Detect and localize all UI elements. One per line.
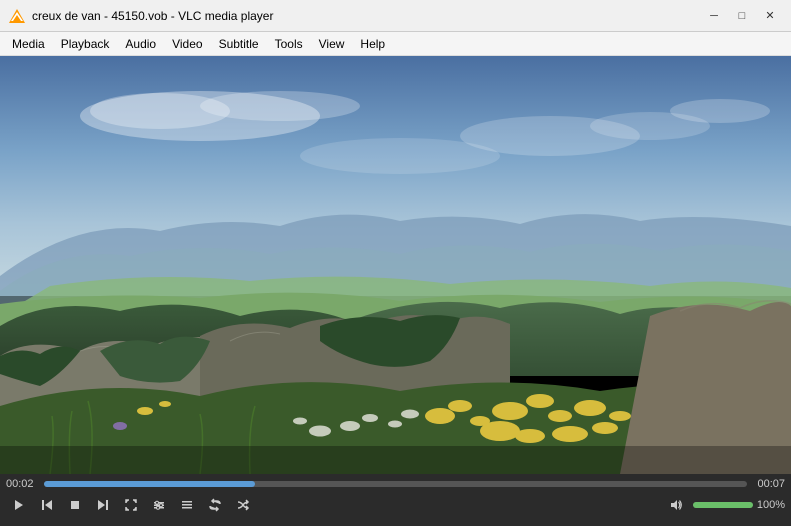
previous-button[interactable]: [34, 494, 60, 516]
volume-area: 100%: [663, 494, 785, 516]
next-button[interactable]: [90, 494, 116, 516]
play-button[interactable]: [6, 494, 32, 516]
window-title: creux de van - 45150.vob - VLC media pla…: [32, 9, 701, 23]
total-time: 00:07: [751, 478, 785, 490]
volume-bar[interactable]: [693, 502, 753, 508]
fullscreen-button[interactable]: [118, 494, 144, 516]
volume-label: 100%: [757, 499, 785, 511]
seek-progress: [44, 481, 255, 487]
playback-controls: 100%: [6, 494, 785, 516]
playlist-button[interactable]: [174, 494, 200, 516]
menu-audio[interactable]: Audio: [117, 35, 164, 53]
stop-button[interactable]: [62, 494, 88, 516]
window-controls: ─ □ ✕: [701, 6, 783, 26]
loop-button[interactable]: [202, 494, 228, 516]
video-frame: [0, 56, 791, 474]
menu-video[interactable]: Video: [164, 35, 210, 53]
minimize-button[interactable]: ─: [701, 6, 727, 26]
seek-row: 00:02 00:07: [6, 478, 785, 490]
title-bar: creux de van - 45150.vob - VLC media pla…: [0, 0, 791, 32]
current-time: 00:02: [6, 478, 40, 490]
extended-button[interactable]: [146, 494, 172, 516]
vlc-icon: [8, 7, 26, 25]
volume-progress: [693, 502, 753, 508]
volume-button[interactable]: [663, 494, 689, 516]
menu-view[interactable]: View: [311, 35, 353, 53]
menu-bar: Media Playback Audio Video Subtitle Tool…: [0, 32, 791, 56]
menu-subtitle[interactable]: Subtitle: [211, 35, 267, 53]
controls-bar: 00:02 00:07: [0, 474, 791, 526]
menu-help[interactable]: Help: [352, 35, 393, 53]
menu-media[interactable]: Media: [4, 35, 53, 53]
menu-tools[interactable]: Tools: [267, 35, 311, 53]
maximize-button[interactable]: □: [729, 6, 755, 26]
close-button[interactable]: ✕: [757, 6, 783, 26]
video-area[interactable]: [0, 56, 791, 474]
menu-playback[interactable]: Playback: [53, 35, 118, 53]
seek-bar[interactable]: [44, 481, 747, 487]
shuffle-button[interactable]: [230, 494, 256, 516]
